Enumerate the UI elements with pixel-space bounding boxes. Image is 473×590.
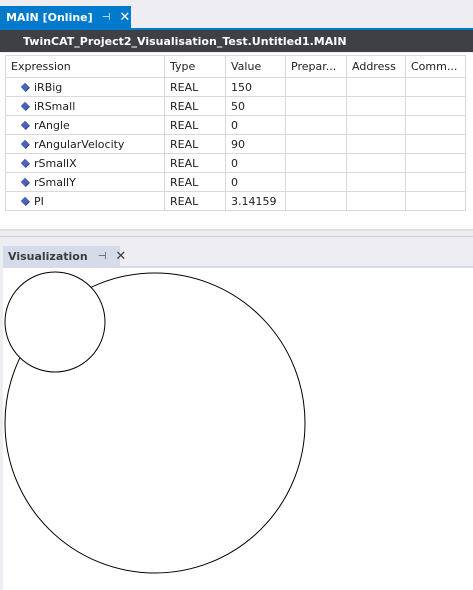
expression-label: rSmallX — [34, 156, 77, 170]
variable-icon — [20, 177, 30, 187]
value-cell: 150 — [225, 77, 286, 97]
type-cell: REAL — [164, 172, 226, 192]
expression-label: iRBig — [34, 80, 63, 94]
type-cell: REAL — [164, 153, 226, 173]
type-cell: REAL — [164, 96, 226, 116]
expression-cell: rSmallX — [5, 153, 165, 173]
table-row[interactable]: rAngularVelocity REAL 90 — [5, 134, 466, 154]
type-cell: REAL — [164, 115, 226, 135]
prepared-value-cell[interactable] — [285, 134, 347, 154]
table-row[interactable]: rSmallY REAL 0 — [5, 172, 466, 192]
pou-path-title: TwinCAT_Project2_Visualisation_Test.Unti… — [0, 30, 473, 52]
comment-cell — [405, 134, 466, 154]
value-cell: 0 — [225, 115, 286, 135]
table-header-row: Expression Type Value Prepar... Address … — [5, 55, 466, 78]
column-header-type[interactable]: Type — [164, 55, 226, 78]
pou-path-text: TwinCAT_Project2_Visualisation_Test.Unti… — [23, 34, 347, 48]
table-row[interactable]: rSmallX REAL 0 — [5, 153, 466, 173]
prepared-value-cell[interactable] — [285, 77, 347, 97]
comment-cell — [405, 191, 466, 211]
address-cell — [346, 172, 406, 192]
comment-cell — [405, 115, 466, 135]
document-tab-strip: MAIN [Online] ⊣ ✕ — [0, 0, 473, 28]
watch-table: Expression Type Value Prepar... Address … — [5, 55, 466, 211]
type-cell: REAL — [164, 134, 226, 154]
variable-icon — [20, 139, 30, 149]
prepared-value-cell[interactable] — [285, 153, 347, 173]
variable-icon — [20, 82, 30, 92]
variable-icon — [20, 158, 30, 168]
table-row[interactable]: iRBig REAL 150 — [5, 77, 466, 97]
type-cell: REAL — [164, 77, 226, 97]
close-icon[interactable]: ✕ — [119, 11, 130, 24]
visualization-canvas[interactable] — [3, 268, 473, 590]
column-header-prepared-value[interactable]: Prepar... — [285, 55, 347, 78]
visualization-tab-title: Visualization — [8, 249, 88, 263]
table-row[interactable]: rAngle REAL 0 — [5, 115, 466, 135]
table-row[interactable]: PI REAL 3.14159 — [5, 191, 466, 211]
address-cell — [346, 115, 406, 135]
expression-cell: iRSmall — [5, 96, 165, 116]
prepared-value-cell[interactable] — [285, 96, 347, 116]
pin-icon[interactable]: ⊣ — [102, 12, 111, 23]
value-cell: 50 — [225, 96, 286, 116]
address-cell — [346, 153, 406, 173]
column-header-address[interactable]: Address — [346, 55, 406, 78]
address-cell — [346, 96, 406, 116]
expression-cell: iRBig — [5, 77, 165, 97]
comment-cell — [405, 153, 466, 173]
comment-cell — [405, 96, 466, 116]
expression-cell: rSmallY — [5, 172, 165, 192]
table-row[interactable]: iRSmall REAL 50 — [5, 96, 466, 116]
expression-label: rAngularVelocity — [34, 137, 125, 151]
visualization-drawing — [4, 271, 306, 574]
column-header-value[interactable]: Value — [225, 55, 286, 78]
close-icon[interactable]: ✕ — [115, 250, 126, 263]
small-circle[interactable] — [4, 271, 106, 373]
value-cell: 90 — [225, 134, 286, 154]
tab-main-online[interactable]: MAIN [Online] ⊣ ✕ — [0, 6, 131, 28]
expression-label: PI — [34, 194, 44, 208]
expression-cell: PI — [5, 191, 165, 211]
tab-visualization[interactable]: Visualization ⊣ ✕ — [3, 246, 126, 266]
comment-cell — [405, 77, 466, 97]
variable-icon — [20, 196, 30, 206]
variable-icon — [20, 101, 30, 111]
value-cell: 3.14159 — [225, 191, 286, 211]
variable-icon — [20, 120, 30, 130]
column-header-comment[interactable]: Comm... — [405, 55, 466, 78]
value-cell: 0 — [225, 172, 286, 192]
pane-splitter[interactable] — [0, 231, 473, 245]
address-cell — [346, 191, 406, 211]
tab-title: MAIN [Online] — [6, 10, 93, 24]
prepared-value-cell[interactable] — [285, 191, 347, 211]
address-cell — [346, 77, 406, 97]
expression-label: rAngle — [34, 118, 70, 132]
comment-cell — [405, 172, 466, 192]
prepared-value-cell[interactable] — [285, 115, 347, 135]
watch-table-area: Expression Type Value Prepar... Address … — [0, 53, 473, 231]
expression-label: rSmallY — [34, 175, 76, 189]
splitter-line — [0, 236, 473, 237]
pin-icon[interactable]: ⊣ — [98, 251, 107, 262]
column-header-expression[interactable]: Expression — [5, 55, 165, 78]
address-cell — [346, 134, 406, 154]
prepared-value-cell[interactable] — [285, 172, 347, 192]
expression-cell: rAngle — [5, 115, 165, 135]
value-cell: 0 — [225, 153, 286, 173]
type-cell: REAL — [164, 191, 226, 211]
expression-label: iRSmall — [34, 99, 76, 113]
expression-cell: rAngularVelocity — [5, 134, 165, 154]
